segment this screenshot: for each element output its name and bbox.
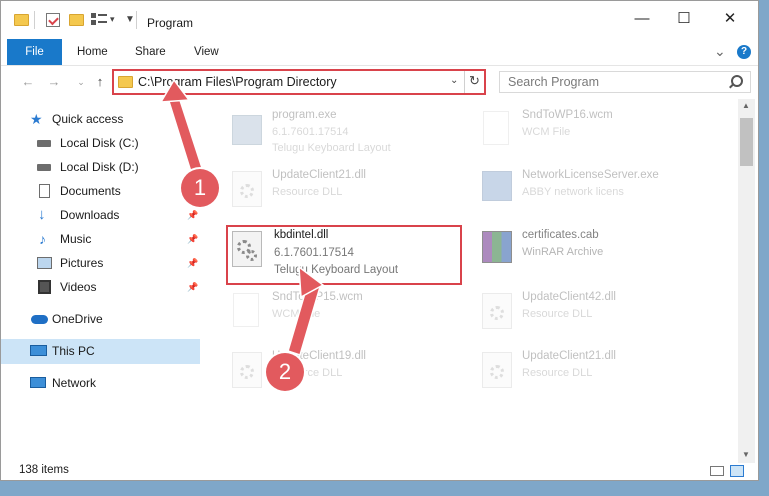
arrow-1 — [159, 78, 204, 176]
arrow-2 — [287, 265, 325, 356]
step-2-badge: 2 — [266, 353, 304, 391]
step-1-badge: 1 — [181, 169, 219, 207]
annotation-arrows — [159, 78, 325, 356]
explorer-window: ▾ ▼ Program — ☐ ✕ File Home Share View ⌄… — [0, 0, 759, 481]
